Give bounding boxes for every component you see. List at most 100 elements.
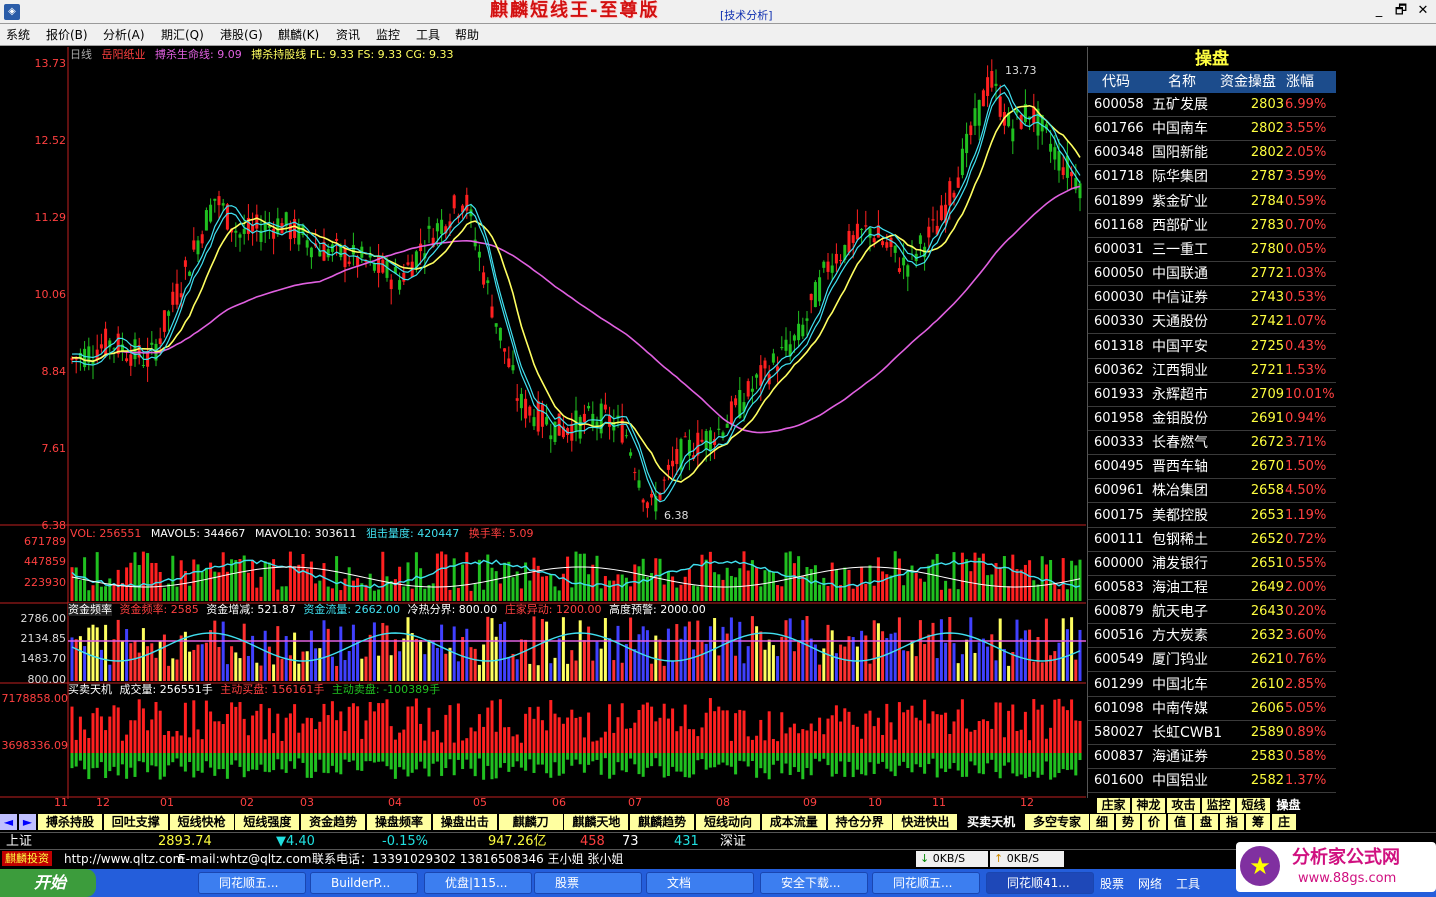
side-tab-small[interactable]: 价	[1142, 814, 1167, 830]
side-tab-small[interactable]: 势	[1116, 814, 1141, 830]
side-tab[interactable]: 操盘	[1272, 798, 1306, 813]
indicator-tab[interactable]: 买卖天机	[959, 814, 1025, 830]
taskbar-button[interactable]: 同花顺五...	[198, 872, 306, 894]
side-tab[interactable]: 攻击	[1167, 798, 1201, 813]
indicator-tab[interactable]: 多空专家	[1025, 814, 1090, 830]
menu-futures[interactable]: 期汇(Q)	[161, 27, 204, 43]
indicator-tab[interactable]: 操盘出击	[432, 814, 498, 830]
ranking-row[interactable]: 600495 晋西车轴 2670 1.50%	[1088, 455, 1336, 480]
ranking-row[interactable]: 601098 中南传媒 2606 5.05%	[1088, 697, 1336, 721]
side-tab-small[interactable]: 庄	[1272, 814, 1297, 830]
indicator-tab[interactable]: 搏杀持股	[38, 814, 103, 830]
side-tab[interactable]: 监控	[1202, 798, 1236, 813]
ranking-row[interactable]: 601899 紫金矿业 2784 0.59%	[1088, 190, 1336, 214]
tray-item[interactable]: 网络	[1138, 877, 1162, 891]
ranking-row[interactable]: 600030 中信证券 2743 0.53%	[1088, 286, 1336, 311]
side-tab[interactable]: 短线	[1237, 798, 1271, 813]
menu-hk[interactable]: 港股(G)	[220, 27, 263, 43]
taskbar-button[interactable]: 股票	[534, 872, 642, 894]
side-tab-small[interactable]: 细	[1090, 814, 1115, 830]
menu-monitor[interactable]: 监控	[376, 27, 400, 43]
email[interactable]: E-mail:whtz@qltz.com	[178, 852, 312, 867]
ranking-row[interactable]: 601933 永辉超市 2709 10.01%	[1088, 383, 1336, 407]
col-pct[interactable]: 涨幅	[1286, 74, 1314, 90]
tray-item[interactable]: 股票	[1100, 877, 1124, 891]
ranking-row[interactable]: 600175 美都控股 2653 1.19%	[1088, 504, 1336, 528]
side-tab[interactable]: 神龙	[1132, 798, 1166, 813]
minimize-icon[interactable]: _	[1368, 2, 1390, 20]
ranking-row[interactable]: 600362 江西铜业 2721 1.53%	[1088, 359, 1336, 383]
site-url[interactable]: http://www.qltz.com	[64, 852, 184, 867]
side-tab[interactable]: 庄家	[1097, 798, 1131, 813]
ranking-row[interactable]: 600837 海通证券 2583 0.58%	[1088, 745, 1336, 770]
vol-bar	[1011, 554, 1015, 601]
indicator-tab[interactable]: 短线动向	[696, 814, 761, 830]
ranking-row[interactable]: 600879 航天电子 2643 0.20%	[1088, 600, 1336, 625]
indicator-tab[interactable]: 短线快枪	[169, 814, 235, 830]
indicator-tab[interactable]: 麒麟趋势	[630, 814, 696, 830]
side-tab-small[interactable]: 筹	[1246, 814, 1271, 830]
menu-news[interactable]: 资讯	[336, 27, 360, 43]
indicator-tab[interactable]: 操盘频率	[367, 814, 432, 830]
indicator-tab[interactable]: 成本流量	[761, 814, 827, 830]
menu-quote[interactable]: 报价(B)	[46, 27, 88, 43]
ranking-row[interactable]: 600111 包钢稀土 2652 0.72%	[1088, 528, 1336, 552]
start-button[interactable]: 开始	[0, 869, 96, 897]
tab-scroll-left-icon[interactable]: ◄	[0, 814, 18, 830]
ranking-row[interactable]: 601168 西部矿业 2783 0.70%	[1088, 214, 1336, 238]
indicator-tab[interactable]: 短线强度	[235, 814, 301, 830]
ranking-row[interactable]: 601718 际华集团 2787 3.59%	[1088, 165, 1336, 190]
menu-kylin[interactable]: 麒麟(K)	[278, 27, 319, 43]
ranking-row[interactable]: 600549 厦门钨业 2621 0.76%	[1088, 648, 1336, 673]
fund-bar	[599, 648, 603, 681]
ranking-row[interactable]: 580027 长虹CWB1 2589 0.89%	[1088, 721, 1336, 745]
index-name[interactable]: 上证	[6, 834, 32, 849]
restore-icon[interactable]: 🗗	[1390, 2, 1412, 20]
ranking-row[interactable]: 601299 中国北车 2610 2.85%	[1088, 673, 1336, 697]
index2-name[interactable]: 深证	[720, 834, 746, 849]
ranking-row[interactable]: 600031 三一重工 2780 0.05%	[1088, 238, 1336, 262]
side-tab-small[interactable]: 值	[1168, 814, 1193, 830]
menu-system[interactable]: 系统	[6, 27, 30, 43]
col-name[interactable]: 名称	[1168, 74, 1196, 90]
menu-analysis[interactable]: 分析(A)	[103, 27, 145, 43]
app-logo-icon[interactable]: ◈	[4, 4, 20, 20]
indicator-tab[interactable]: 麒麟刀	[498, 814, 564, 830]
taskbar-button[interactable]: BuilderP...	[310, 872, 418, 894]
ranking-row[interactable]: 600333 长春燃气 2672 3.71%	[1088, 431, 1336, 456]
taskbar-button[interactable]: 同花顺五...	[872, 872, 980, 894]
side-tab-small[interactable]: 指	[1220, 814, 1245, 830]
side-tab-small[interactable]: 盘	[1194, 814, 1219, 830]
indicator-tab[interactable]: 资金趋势	[301, 814, 367, 830]
indicator-tab[interactable]: 麒麟天地	[564, 814, 630, 830]
menu-tools[interactable]: 工具	[416, 27, 440, 43]
taskbar-button[interactable]: 文档	[646, 872, 754, 894]
ranking-row[interactable]: 600348 国阳新能 2802 2.05%	[1088, 141, 1336, 166]
ranking-row[interactable]: 600583 海油工程 2649 2.00%	[1088, 576, 1336, 600]
sell-bar	[792, 753, 796, 768]
ranking-row[interactable]: 601318 中国平安 2725 0.43%	[1088, 335, 1336, 359]
ranking-row[interactable]: 600000 浦发银行 2651 0.55%	[1088, 552, 1336, 576]
ranking-row[interactable]: 600050 中国联通 2772 1.03%	[1088, 262, 1336, 287]
col-fund[interactable]: 资金操盘	[1220, 74, 1276, 90]
chart-area[interactable]: 日线 岳阳纸业 搏杀生命线: 9.09 搏杀持股线 FL: 9.33 FS: 9…	[0, 47, 1086, 799]
indicator-tab[interactable]: 持仓分界	[827, 814, 893, 830]
ranking-row[interactable]: 600330 天通股份 2742 1.07%	[1088, 310, 1336, 335]
ranking-row[interactable]: 601600 中国铝业 2582 1.37%	[1088, 769, 1336, 794]
ranking-row[interactable]: 600961 株冶集团 2658 4.50%	[1088, 479, 1336, 504]
taskbar-button[interactable]: 同花顺41...	[986, 872, 1094, 894]
menu-help[interactable]: 帮助	[455, 27, 479, 43]
taskbar-button[interactable]: 优盘|115...	[424, 872, 532, 894]
ranking-row[interactable]: 600058 五矿发展 2803 6.99%	[1088, 93, 1336, 117]
ranking-row[interactable]: 601766 中国南车 2802 3.55%	[1088, 117, 1336, 142]
tab-scroll-right-icon[interactable]: ►	[19, 814, 37, 830]
tray-item[interactable]: 工具	[1176, 877, 1200, 891]
ranking-row[interactable]: 600516 方大炭素 2632 3.60%	[1088, 624, 1336, 649]
taskbar-button[interactable]: 安全下载...	[760, 872, 868, 894]
close-icon[interactable]: ✕	[1412, 2, 1434, 20]
indicator-tab[interactable]: 快进快出	[893, 814, 959, 830]
col-code[interactable]: 代码	[1102, 74, 1130, 90]
ranking-row[interactable]: 601958 金钼股份 2691 0.94%	[1088, 407, 1336, 431]
indicator-tab[interactable]: 回吐支撑	[103, 814, 169, 830]
buy-bar	[885, 703, 889, 753]
